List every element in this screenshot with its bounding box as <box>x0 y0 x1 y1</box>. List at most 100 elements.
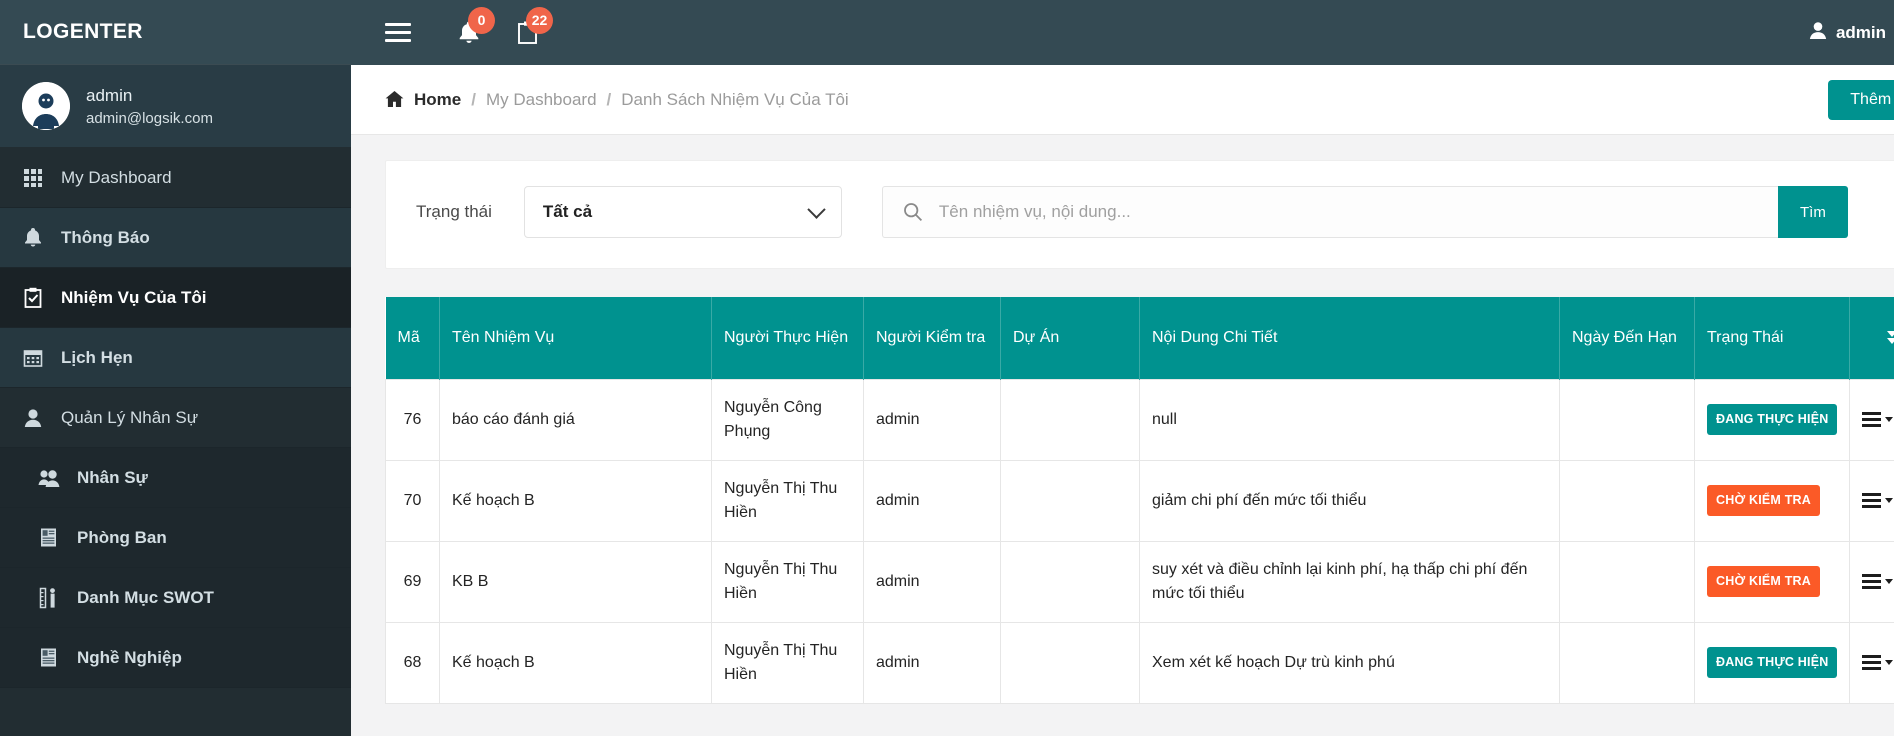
cell-name: Kế hoạch B <box>439 459 712 542</box>
table-row[interactable]: 69 KB B Nguyễn Thị Thu Hiền admin suy xé… <box>385 540 1894 623</box>
cell-doer: Nguyễn Thị Thu Hiền <box>711 459 864 542</box>
cell-actions <box>1849 378 1894 461</box>
cell-id[interactable]: 68 <box>385 621 440 704</box>
cell-project <box>1000 378 1140 461</box>
notifications-badge: 0 <box>468 6 495 34</box>
user-icon <box>22 407 44 429</box>
breadcrumb-separator: / <box>471 89 476 109</box>
user-email: admin@logsik.com <box>86 109 213 127</box>
cell-id[interactable]: 69 <box>385 540 440 623</box>
cell-detail: Xem xét kế hoạch Dự trù kinh phú <box>1139 621 1560 704</box>
breadcrumb: Home / My Dashboard / Danh Sách Nhiệm Vụ… <box>385 90 849 110</box>
tasks-table-head: Mã Tên Nhiệm Vụ Người Thực Hiện Người Ki… <box>385 297 1894 379</box>
search-box[interactable] <box>881 186 1778 238</box>
add-new-button[interactable]: Thêm Mới <box>1828 79 1894 120</box>
sidebar-item-quan-ly-nhan-su[interactable]: Quản Lý Nhân Sự <box>0 388 351 448</box>
breadcrumb-bar: Home / My Dashboard / Danh Sách Nhiệm Vụ… <box>351 65 1894 135</box>
cell-detail: giảm chi phí đến mức tối thiểu <box>1139 459 1560 542</box>
search-icon <box>903 202 923 222</box>
user-avatar-icon <box>1809 21 1827 45</box>
search-button[interactable]: Tìm <box>1777 186 1848 238</box>
sidebar-item-label: Nghề Nghiệp <box>77 647 182 667</box>
col-header-du-an[interactable]: Dự Án <box>1000 297 1140 379</box>
cell-actions <box>1849 540 1894 623</box>
sidebar-item-my-dashboard[interactable]: My Dashboard <box>0 148 351 208</box>
sidebar-nav: My Dashboard Thông Báo Nhiệm Vụ Của Tôi <box>0 148 351 688</box>
tasks-table-body: 76 báo cáo đánh giá Nguyễn Công Phụng ad… <box>385 378 1894 704</box>
status-select-value: Tất cả <box>542 202 593 221</box>
app-root: LOGENTER admin admin@logsik.com My Dashb… <box>0 0 1894 736</box>
user-menu[interactable]: admin <box>1809 21 1894 45</box>
status-badge: ĐANG THỰC HIỆN <box>1707 647 1838 678</box>
status-badge: CHỜ KIỂM TRA <box>1707 485 1821 516</box>
users-icon <box>38 467 60 489</box>
table-row[interactable]: 68 Kế hoạch B Nguyễn Thị Thu Hiền admin … <box>385 621 1894 704</box>
sort-toggle-icon[interactable] <box>1862 331 1894 345</box>
breadcrumb-home[interactable]: Home <box>414 90 461 110</box>
cell-detail: suy xét và điều chỉnh lại kinh phí, hạ t… <box>1139 540 1560 623</box>
brand-logo[interactable]: LOGENTER <box>0 0 351 65</box>
sidebar-item-label: Quản Lý Nhân Sự <box>61 407 199 427</box>
status-badge: CHỜ KIỂM TRA <box>1707 566 1821 597</box>
sidebar-item-label: Nhiệm Vụ Của Tôi <box>61 287 207 307</box>
cell-due <box>1559 621 1695 704</box>
cell-checker: admin <box>863 540 1001 623</box>
cell-doer: Nguyễn Công Phụng <box>711 378 864 461</box>
ruler-person-icon <box>38 587 60 609</box>
hamburger-icon[interactable] <box>385 23 411 42</box>
col-header-ngay-den-han[interactable]: Ngày Đến Hạn <box>1559 297 1695 379</box>
topbar: 0 22 admin <box>351 0 1894 65</box>
col-header-ten-nhiem-vu[interactable]: Tên Nhiệm Vụ <box>439 297 712 379</box>
col-header-trang-thai[interactable]: Trạng Thái <box>1694 297 1850 379</box>
sidebar-item-label: Lịch Hẹn <box>61 347 133 367</box>
user-meta: admin admin@logsik.com <box>86 86 213 127</box>
tasks-table: Mã Tên Nhiệm Vụ Người Thực Hiện Người Ki… <box>385 297 1894 704</box>
sidebar-item-lich-hen[interactable]: Lịch Hẹn <box>0 328 351 388</box>
cell-due <box>1559 378 1695 461</box>
cell-project <box>1000 621 1140 704</box>
sidebar: LOGENTER admin admin@logsik.com My Dashb… <box>0 0 351 736</box>
breadcrumb-middle[interactable]: My Dashboard <box>486 90 597 110</box>
chevron-down-icon <box>807 199 826 219</box>
cell-due <box>1559 459 1695 542</box>
tasks-clipboard-icon[interactable]: 22 <box>507 6 553 53</box>
sidebar-item-phong-ban[interactable]: Phòng Ban <box>0 508 351 568</box>
col-header-nguoi-thuc-hien[interactable]: Người Thực Hiện <box>711 297 864 379</box>
bell-icon <box>22 227 44 249</box>
col-header-noi-dung-chi-tiet[interactable]: Nội Dung Chi Tiết <box>1139 297 1560 379</box>
cell-name: KB B <box>439 540 712 623</box>
col-header-ma[interactable]: Mã <box>385 297 440 379</box>
notifications-bell-icon[interactable]: 0 <box>449 6 495 53</box>
search-input[interactable] <box>938 202 1758 222</box>
cell-project <box>1000 459 1140 542</box>
sidebar-item-nhiem-vu-cua-toi[interactable]: Nhiệm Vụ Của Tôi <box>0 268 351 328</box>
cell-status: CHỜ KIỂM TRA <box>1694 459 1850 542</box>
status-filter-label: Trạng thái <box>416 202 492 221</box>
col-header-nguoi-kiem-tra[interactable]: Người Kiểm tra <box>863 297 1001 379</box>
home-icon <box>385 90 404 109</box>
tasks-badge: 22 <box>526 6 553 34</box>
table-row[interactable]: 70 Kế hoạch B Nguyễn Thị Thu Hiền admin … <box>385 459 1894 542</box>
status-select[interactable]: Tất cả <box>523 186 842 238</box>
filter-card: Trạng thái Tất cả Tìm <box>385 160 1894 269</box>
table-header-row: Mã Tên Nhiệm Vụ Người Thực Hiện Người Ki… <box>385 297 1894 379</box>
cell-name: báo cáo đánh giá <box>439 378 712 461</box>
row-menu-icon[interactable] <box>1862 412 1894 427</box>
row-menu-icon[interactable] <box>1862 655 1894 670</box>
sidebar-item-nhan-su[interactable]: Nhân Sự <box>0 448 351 508</box>
calendar-icon <box>22 347 44 369</box>
row-menu-icon[interactable] <box>1862 574 1894 589</box>
col-header-actions[interactable] <box>1849 297 1894 379</box>
sidebar-item-thong-bao[interactable]: Thông Báo <box>0 208 351 268</box>
sidebar-item-danh-muc-swot[interactable]: Danh Mục SWOT <box>0 568 351 628</box>
cell-id[interactable]: 76 <box>385 378 440 461</box>
cell-id[interactable]: 70 <box>385 459 440 542</box>
sidebar-item-nghe-nghiep[interactable]: Nghề Nghiệp <box>0 628 351 688</box>
cell-doer: Nguyễn Thị Thu Hiền <box>711 621 864 704</box>
sidebar-item-label: Danh Mục SWOT <box>77 587 214 607</box>
sidebar-item-label: Nhân Sự <box>77 467 148 487</box>
row-menu-icon[interactable] <box>1862 493 1894 508</box>
cell-status: CHỜ KIỂM TRA <box>1694 540 1850 623</box>
table-row[interactable]: 76 báo cáo đánh giá Nguyễn Công Phụng ad… <box>385 378 1894 461</box>
sidebar-user-panel[interactable]: admin admin@logsik.com <box>0 65 351 148</box>
